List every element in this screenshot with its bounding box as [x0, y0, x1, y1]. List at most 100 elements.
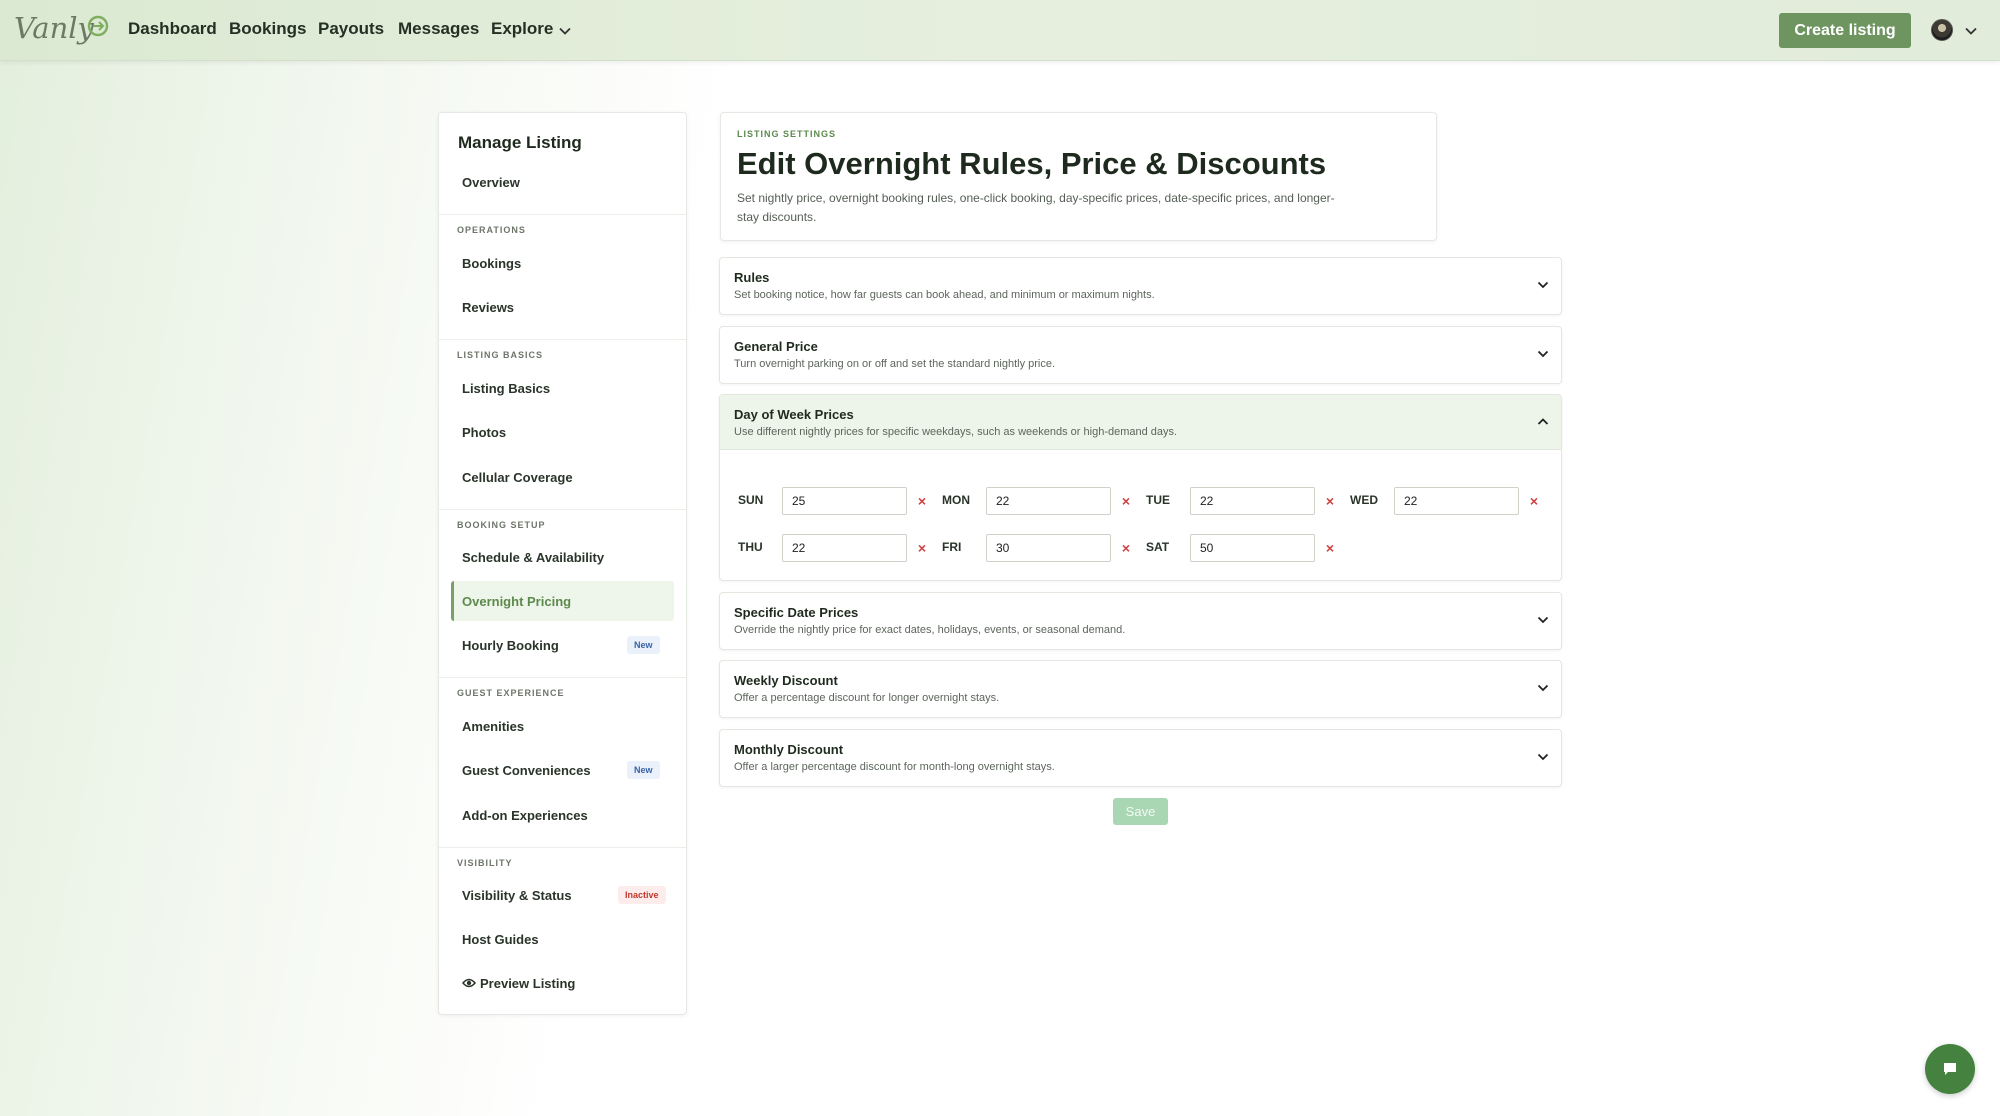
manage-listing-sidebar: Manage Listing Overview OPERATIONS Booki… [438, 112, 687, 1015]
close-icon[interactable]: × [1323, 494, 1337, 508]
sidebar-item-label: Cellular Coverage [462, 470, 573, 485]
accordion-header-weekly-discount[interactable]: Weekly Discount Offer a percentage disco… [720, 661, 1561, 716]
accordion-header-day-of-week[interactable]: Day of Week Prices Use different nightly… [720, 395, 1561, 450]
chevron-down-icon [1537, 616, 1549, 624]
price-input-tue[interactable] [1190, 487, 1315, 515]
save-button[interactable]: Save [1113, 798, 1168, 825]
sidebar-item-add-on-experiences[interactable]: Add-on Experiences [451, 795, 674, 835]
new-badge: New [627, 636, 660, 654]
accordion-header-monthly-discount[interactable]: Monthly Discount Offer a larger percenta… [720, 730, 1561, 785]
sidebar-item-hourly-booking[interactable]: Hourly Booking New [451, 625, 674, 665]
chat-icon [1944, 1063, 1956, 1075]
accordion-subtitle: Use different nightly prices for specifi… [734, 426, 1178, 438]
nav-messages[interactable]: Messages [398, 19, 479, 39]
accordion-title: Rules [734, 270, 770, 285]
sidebar-item-label: Bookings [462, 256, 522, 271]
sidebar-item-label: Hourly Booking [462, 638, 559, 653]
vanly-logo-icon[interactable]: Vanly [14, 8, 112, 48]
sidebar-item-label: Add-on Experiences [462, 808, 588, 823]
sidebar-item-overnight-pricing[interactable]: Overnight Pricing [451, 581, 674, 621]
top-nav: Vanly Dashboard Bookings Payouts Message… [0, 0, 2000, 61]
day-label-sun: SUN [738, 493, 764, 507]
close-icon[interactable]: × [915, 541, 929, 555]
new-badge: New [627, 761, 660, 779]
day-label-thu: THU [738, 540, 763, 554]
accordion-title: Monthly Discount [734, 742, 844, 757]
close-icon[interactable]: × [1323, 541, 1337, 555]
divider [439, 677, 686, 678]
price-input-mon[interactable] [986, 487, 1111, 515]
sidebar-item-label: Amenities [462, 719, 525, 734]
day-label-fri: FRI [942, 540, 962, 554]
sidebar-item-preview-listing[interactable]: Preview Listing [451, 963, 674, 1003]
price-input-wed[interactable] [1394, 487, 1519, 515]
sidebar-item-guest-conveniences[interactable]: Guest Conveniences New [451, 750, 674, 790]
sidebar-item-amenities[interactable]: Amenities [451, 706, 674, 746]
sidebar-item-visibility-status[interactable]: Visibility & Status Inactive [451, 875, 674, 915]
inactive-badge: Inactive [618, 886, 666, 904]
sidebar-title: Manage Listing [458, 133, 582, 152]
day-label-sat: SAT [1146, 540, 1170, 554]
close-icon[interactable]: × [1119, 541, 1133, 555]
price-input-sat[interactable] [1190, 534, 1315, 562]
create-listing-button[interactable]: Create listing [1779, 13, 1911, 48]
section-booking-setup: BOOKING SETUP [457, 520, 546, 530]
sidebar-item-label: Visibility & Status [462, 888, 572, 903]
page-description: Set nightly price, overnight booking rul… [737, 191, 1335, 224]
sidebar-item-label: Listing Basics [462, 381, 551, 396]
sidebar-item-bookings[interactable]: Bookings [451, 243, 674, 283]
chevron-down-icon[interactable] [1964, 24, 1978, 38]
price-input-sun[interactable] [782, 487, 907, 515]
accordion-specific-date-prices: Specific Date Prices Override the nightl… [719, 592, 1562, 650]
divider [439, 339, 686, 340]
avatar[interactable] [1931, 19, 1953, 41]
sidebar-item-cellular-coverage[interactable]: Cellular Coverage [451, 457, 674, 497]
day-label-tue: TUE [1146, 493, 1170, 507]
page-header-card: LISTING SETTINGS Edit Overnight Rules, P… [720, 112, 1437, 241]
nav-explore[interactable]: Explore [491, 19, 553, 39]
sidebar-item-label: Reviews [462, 300, 515, 315]
chat-button[interactable] [1925, 1044, 1975, 1094]
chevron-down-icon[interactable] [558, 24, 572, 38]
accordion-title: Specific Date Prices [734, 605, 859, 620]
eyebrow-label: LISTING SETTINGS [737, 129, 837, 139]
accordion-general-price: General Price Turn overnight parking on … [719, 326, 1562, 384]
accordion-header-rules[interactable]: Rules Set booking notice, how far guests… [720, 258, 1561, 313]
sidebar-item-label: Overnight Pricing [462, 594, 572, 609]
sidebar-item-listing-basics[interactable]: Listing Basics [451, 368, 674, 408]
sidebar-item-label: Host Guides [462, 932, 539, 947]
price-input-fri[interactable] [986, 534, 1111, 562]
close-icon[interactable]: × [915, 494, 929, 508]
sidebar-item-reviews[interactable]: Reviews [451, 287, 674, 327]
nav-bookings[interactable]: Bookings [229, 19, 306, 39]
accordion-title: Weekly Discount [734, 673, 838, 688]
section-guest-experience: GUEST EXPERIENCE [457, 688, 565, 698]
nav-payouts[interactable]: Payouts [318, 19, 384, 39]
divider [439, 847, 686, 848]
chevron-down-icon [1537, 350, 1549, 358]
accordion-header-specific-date[interactable]: Specific Date Prices Override the nightl… [720, 593, 1561, 648]
accordion-header-general-price[interactable]: General Price Turn overnight parking on … [720, 327, 1561, 382]
sidebar-item-overview[interactable]: Overview [451, 162, 674, 202]
accordion-title: General Price [734, 339, 818, 354]
sidebar-item-label: Overview [462, 175, 520, 190]
divider [439, 214, 686, 215]
chevron-up-icon [1537, 418, 1549, 425]
chevron-down-icon [1537, 281, 1549, 289]
eye-icon [462, 978, 476, 988]
accordion-weekly-discount: Weekly Discount Offer a percentage disco… [719, 660, 1562, 718]
chevron-down-icon [1537, 684, 1549, 692]
price-input-thu[interactable] [782, 534, 907, 562]
close-icon[interactable]: × [1527, 494, 1541, 508]
accordion-subtitle: Offer a percentage discount for longer o… [734, 692, 1000, 704]
accordion-day-of-week-prices: Day of Week Prices Use different nightly… [719, 394, 1562, 581]
accordion-subtitle: Offer a larger percentage discount for m… [734, 761, 1055, 773]
sidebar-item-host-guides[interactable]: Host Guides [451, 919, 674, 959]
nav-dashboard[interactable]: Dashboard [128, 19, 217, 39]
accordion-subtitle: Turn overnight parking on or off and set… [734, 358, 1056, 370]
sidebar-item-schedule[interactable]: Schedule & Availability [451, 537, 674, 577]
sidebar-item-photos[interactable]: Photos [451, 412, 674, 452]
sidebar-item-label: Preview Listing [480, 976, 576, 991]
accordion-subtitle: Set booking notice, how far guests can b… [734, 289, 1155, 301]
close-icon[interactable]: × [1119, 494, 1133, 508]
